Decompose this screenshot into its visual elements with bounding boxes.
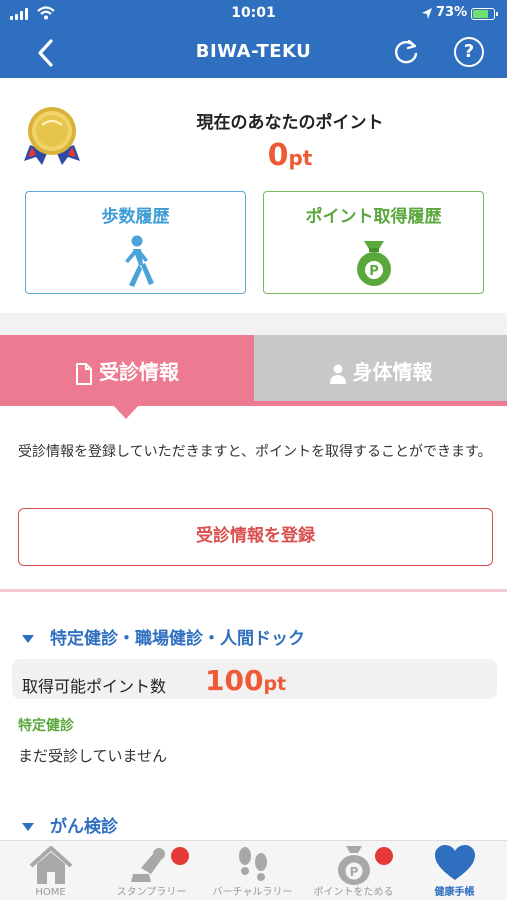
current-points-number: 0	[267, 138, 289, 173]
section-cancer-screening[interactable]: がん検診	[18, 812, 118, 837]
tabbar-home-label: HOME	[35, 887, 66, 898]
point-history-label: ポイント取得履歴	[305, 207, 442, 227]
specific-checkup-heading: 特定健診	[18, 718, 74, 734]
stamp-icon	[130, 848, 165, 882]
point-bag-icon: P	[356, 241, 391, 286]
tabbar-item-earn-points[interactable]: P ポイントをためる	[303, 841, 404, 900]
section-health-checkup-title: 特定健診・職場健診・人間ドック	[50, 629, 305, 649]
status-bar: 10:01 73%	[0, 0, 507, 28]
info-tabs: 受診情報 身体情報	[0, 335, 507, 405]
current-points-label: 現在のあなたのポイント	[196, 113, 384, 133]
current-points-value: 0pt	[140, 138, 440, 173]
tab-exam-label: 受診情報	[99, 360, 179, 384]
tabbar-item-virtual-rally[interactable]: バーチャルラリー	[202, 841, 303, 900]
step-history-button[interactable]: 歩数履歴	[25, 191, 246, 294]
battery-icon	[471, 8, 498, 20]
tabbar-item-home[interactable]: HOME	[0, 841, 101, 900]
current-points-unit: pt	[288, 146, 313, 170]
page-title: BIWA-TEKU	[195, 41, 312, 62]
nav-bar: BIWA-TEKU ?	[0, 28, 507, 78]
battery-percent: 73%	[436, 5, 468, 20]
help-icon[interactable]: ?	[454, 37, 484, 67]
tab-underline	[0, 401, 507, 406]
register-exam-button[interactable]: 受診情報を登録	[18, 508, 493, 566]
bottom-tab-bar: HOME スタンプラリー バーチャルラリー P ポイントをためる 健康手帳	[0, 840, 507, 900]
document-icon	[76, 362, 92, 385]
gold-medal-icon	[24, 107, 80, 165]
tabbar-item-health-notebook[interactable]: 健康手帳	[404, 841, 505, 900]
person-icon	[329, 364, 346, 384]
section-gap	[0, 313, 507, 335]
location-arrow-icon	[422, 8, 432, 19]
notification-badge	[375, 847, 393, 865]
divider	[0, 589, 507, 592]
svg-text:P: P	[369, 264, 379, 279]
exam-description: 受診情報を登録していただきますと、ポイントを取得することができます。	[18, 444, 492, 460]
triangle-down-icon	[22, 823, 34, 831]
refresh-icon[interactable]	[390, 36, 422, 68]
tab-body-label: 身体情報	[352, 360, 433, 384]
tabbar-stamp-label: スタンプラリー	[116, 887, 187, 898]
available-points-label: 取得可能ポイント数	[22, 677, 167, 696]
checkup-status-text: まだ受診していません	[18, 747, 168, 765]
tab-body-info[interactable]: 身体情報	[254, 335, 507, 403]
tabbar-health-notebook-label: 健康手帳	[434, 887, 475, 898]
section-cancer-screening-title: がん検診	[50, 817, 118, 837]
available-points-box: 取得可能ポイント数 100pt	[12, 659, 497, 699]
heart-icon	[434, 845, 475, 880]
triangle-down-icon	[22, 635, 34, 643]
tabbar-virtual-rally-label: バーチャルラリー	[212, 887, 293, 898]
home-icon	[29, 846, 72, 884]
step-history-label: 歩数履歴	[101, 207, 170, 227]
svg-text:P: P	[349, 865, 358, 879]
available-points-unit: pt	[263, 673, 287, 695]
available-points-value: 100pt	[205, 664, 286, 697]
tabbar-item-stamp[interactable]: スタンプラリー	[101, 841, 202, 900]
walking-person-icon	[124, 235, 154, 287]
point-history-button[interactable]: ポイント取得履歴 P	[263, 191, 484, 294]
points-section: 現在のあなたのポイント 0pt 歩数履歴 ポイント取得履歴 P	[0, 78, 507, 313]
available-points-number: 100	[205, 664, 264, 697]
point-bag-icon: P	[337, 846, 370, 885]
tabbar-earn-points-label: ポイントをためる	[313, 887, 394, 898]
notification-badge	[171, 847, 189, 865]
tab-active-indicator	[113, 405, 139, 419]
tab-exam-info[interactable]: 受診情報	[0, 335, 254, 403]
footprints-icon	[238, 847, 267, 881]
section-health-checkup[interactable]: 特定健診・職場健診・人間ドック	[18, 624, 305, 649]
